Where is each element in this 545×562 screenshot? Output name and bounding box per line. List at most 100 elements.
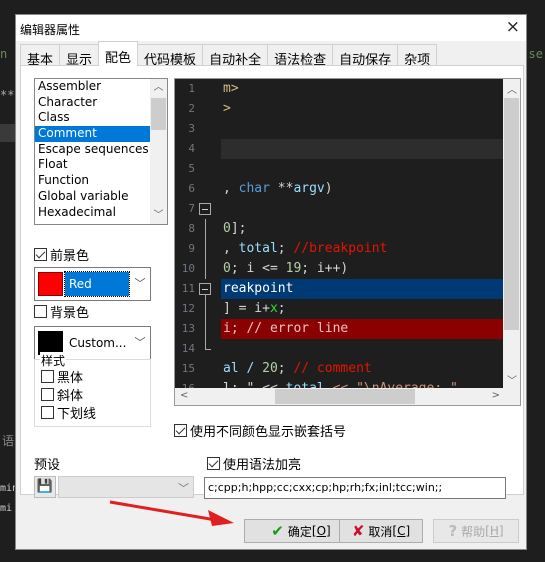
checkbox-box[interactable] — [34, 305, 47, 318]
list-item[interactable]: Float — [35, 157, 167, 173]
code-line: 15 al / 20; // comment — [175, 359, 505, 379]
syntax-highlight-label: 使用语法加亮 — [223, 458, 302, 473]
background-editor-text: mi — [0, 503, 13, 514]
scroll-thumb[interactable] — [275, 389, 415, 404]
italic-label: 斜体 — [57, 389, 84, 404]
tab-autocomplete[interactable]: 自动补全 — [202, 44, 269, 68]
code-token: , — [223, 181, 239, 196]
cancel-button[interactable]: ✘ 取消[C] — [339, 519, 423, 543]
arrow-head — [208, 510, 234, 526]
checkbox-box[interactable] — [174, 424, 187, 437]
file-extensions-input[interactable]: c;cpp;h;hpp;cc;cxx;cp;hp;rh;fx;inl;tcc;w… — [204, 477, 506, 499]
chevron-down-icon[interactable]: ﹀ — [130, 327, 150, 359]
tab-colors[interactable]: 配色 — [98, 41, 139, 66]
fold-toggle-icon[interactable] — [199, 203, 211, 215]
scroll-thumb[interactable] — [504, 98, 519, 330]
checkbox-box[interactable] — [34, 248, 47, 261]
scrollbar-corner — [503, 388, 520, 405]
tab-syntax-check[interactable]: 语法检查 — [267, 44, 334, 68]
code-text: al / 20; // comment — [221, 359, 505, 379]
list-item[interactable]: Global variable — [35, 189, 167, 205]
list-item-selected[interactable]: Comment — [35, 126, 167, 142]
scroll-right-icon[interactable]: > — [492, 390, 500, 401]
list-item[interactable]: Character — [35, 95, 167, 111]
italic-checkbox[interactable]: 斜体 — [41, 385, 83, 404]
list-item[interactable]: Function — [35, 173, 167, 189]
code-token: ; — [277, 241, 294, 256]
scroll-up-icon[interactable]: ︿ — [507, 81, 517, 96]
tab-code-templates[interactable]: 代码模板 — [137, 44, 204, 68]
code-line: 11 reakpoint — [175, 279, 505, 299]
code-text: 0]; — [221, 219, 505, 239]
bold-label: 黑体 — [57, 371, 84, 386]
code-line: 13 i; // error line — [175, 319, 505, 339]
chevron-down-icon[interactable]: ﹀ — [130, 268, 150, 300]
checkbox-box[interactable] — [41, 370, 54, 383]
code-line: 5 — [175, 159, 505, 179]
background-editor-text: ** — [0, 88, 15, 102]
close-icon[interactable]: × — [506, 17, 520, 37]
background-editor-text: se — [528, 47, 543, 61]
code-token: ; — [277, 361, 294, 376]
fold-guide — [205, 299, 206, 319]
fold-guide — [205, 219, 206, 239]
preview-horizontal-scrollbar[interactable]: < > — [175, 388, 505, 405]
rainbow-brackets-label: 使用不同颜色显示嵌套括号 — [190, 425, 347, 440]
checkbox-box[interactable] — [41, 406, 54, 419]
fold-guide — [205, 259, 206, 279]
bold-checkbox[interactable]: 黑体 — [41, 367, 83, 386]
syntax-highlight-checkbox[interactable]: 使用语法加亮 — [207, 454, 301, 473]
code-token: ; i++) — [301, 261, 349, 276]
list-scrollbar[interactable]: ︿ ﹀ — [150, 79, 167, 224]
save-preset-icon[interactable]: 💾 — [34, 476, 56, 498]
scroll-left-icon[interactable]: < — [180, 390, 188, 401]
tab-misc[interactable]: 杂项 — [397, 44, 438, 68]
foreground-color-select[interactable]: Red ﹀ — [34, 267, 151, 301]
code-token: m> — [223, 81, 239, 96]
underline-checkbox[interactable]: 下划线 — [41, 403, 96, 422]
foreground-color-swatch — [38, 272, 63, 296]
code-token: //breakpoint — [293, 241, 388, 256]
dialog-titlebar: 编辑器属性 × — [16, 15, 526, 41]
code-line: 3 — [175, 119, 505, 139]
fold-guide — [205, 339, 206, 349]
list-item[interactable]: Escape sequences — [35, 142, 167, 158]
foreground-checkbox[interactable]: 前景色 — [34, 245, 89, 264]
fold-guide — [205, 319, 206, 339]
code-token: 0 — [223, 261, 231, 276]
code-text: > — [221, 99, 505, 119]
scroll-thumb[interactable] — [151, 98, 166, 130]
dialog-title: 编辑器属性 — [20, 23, 81, 37]
scroll-down-icon[interactable]: ﹀ — [150, 207, 167, 224]
fold-toggle-icon[interactable] — [199, 283, 211, 295]
rainbow-brackets-checkbox[interactable]: 使用不同颜色显示嵌套括号 — [174, 421, 346, 440]
scroll-down-icon[interactable]: ﹀ — [507, 372, 517, 387]
background-checkbox[interactable]: 背景色 — [34, 302, 89, 321]
style-group: 样式 黑体 斜体 下划线 — [34, 352, 151, 427]
code-line: 10 0; i <= 19; i++) — [175, 259, 505, 279]
tab-basic[interactable]: 基本 — [20, 44, 61, 68]
help-button[interactable]: ? 帮助[H] — [433, 519, 519, 543]
line-number: 9 — [188, 242, 195, 255]
preview-vertical-scrollbar[interactable]: ︿ ﹀ — [503, 79, 520, 389]
line-number: 14 — [181, 342, 195, 355]
question-icon: ? — [448, 522, 458, 540]
scroll-up-icon[interactable]: ︿ — [150, 79, 167, 96]
code-line: 1 m> — [175, 79, 505, 99]
code-token: al / — [223, 361, 263, 376]
line-number: 12 — [181, 302, 195, 315]
syntax-element-list[interactable]: Assembler Character Class Comment Escape… — [34, 78, 168, 225]
list-item[interactable]: Hexadecimal — [35, 205, 167, 221]
color-preview-editor[interactable]: 1 m> 2 >3 4 5 6, char **argv) 7 8 0]; 9, total; //… — [174, 78, 521, 406]
tab-display[interactable]: 显示 — [59, 44, 100, 68]
tab-autosave[interactable]: 自动保存 — [332, 44, 399, 68]
list-item[interactable]: Class — [35, 110, 167, 126]
code-token: ]; — [230, 221, 247, 236]
checkbox-box[interactable] — [207, 457, 220, 470]
checkbox-box[interactable] — [41, 388, 54, 401]
list-item[interactable]: Assembler — [35, 79, 167, 95]
background-editor-band — [0, 124, 16, 142]
editor-properties-dialog: 编辑器属性 × 基本 显示 配色 代码模板 自动补全 语法检查 自动保存 杂项 … — [15, 14, 527, 550]
